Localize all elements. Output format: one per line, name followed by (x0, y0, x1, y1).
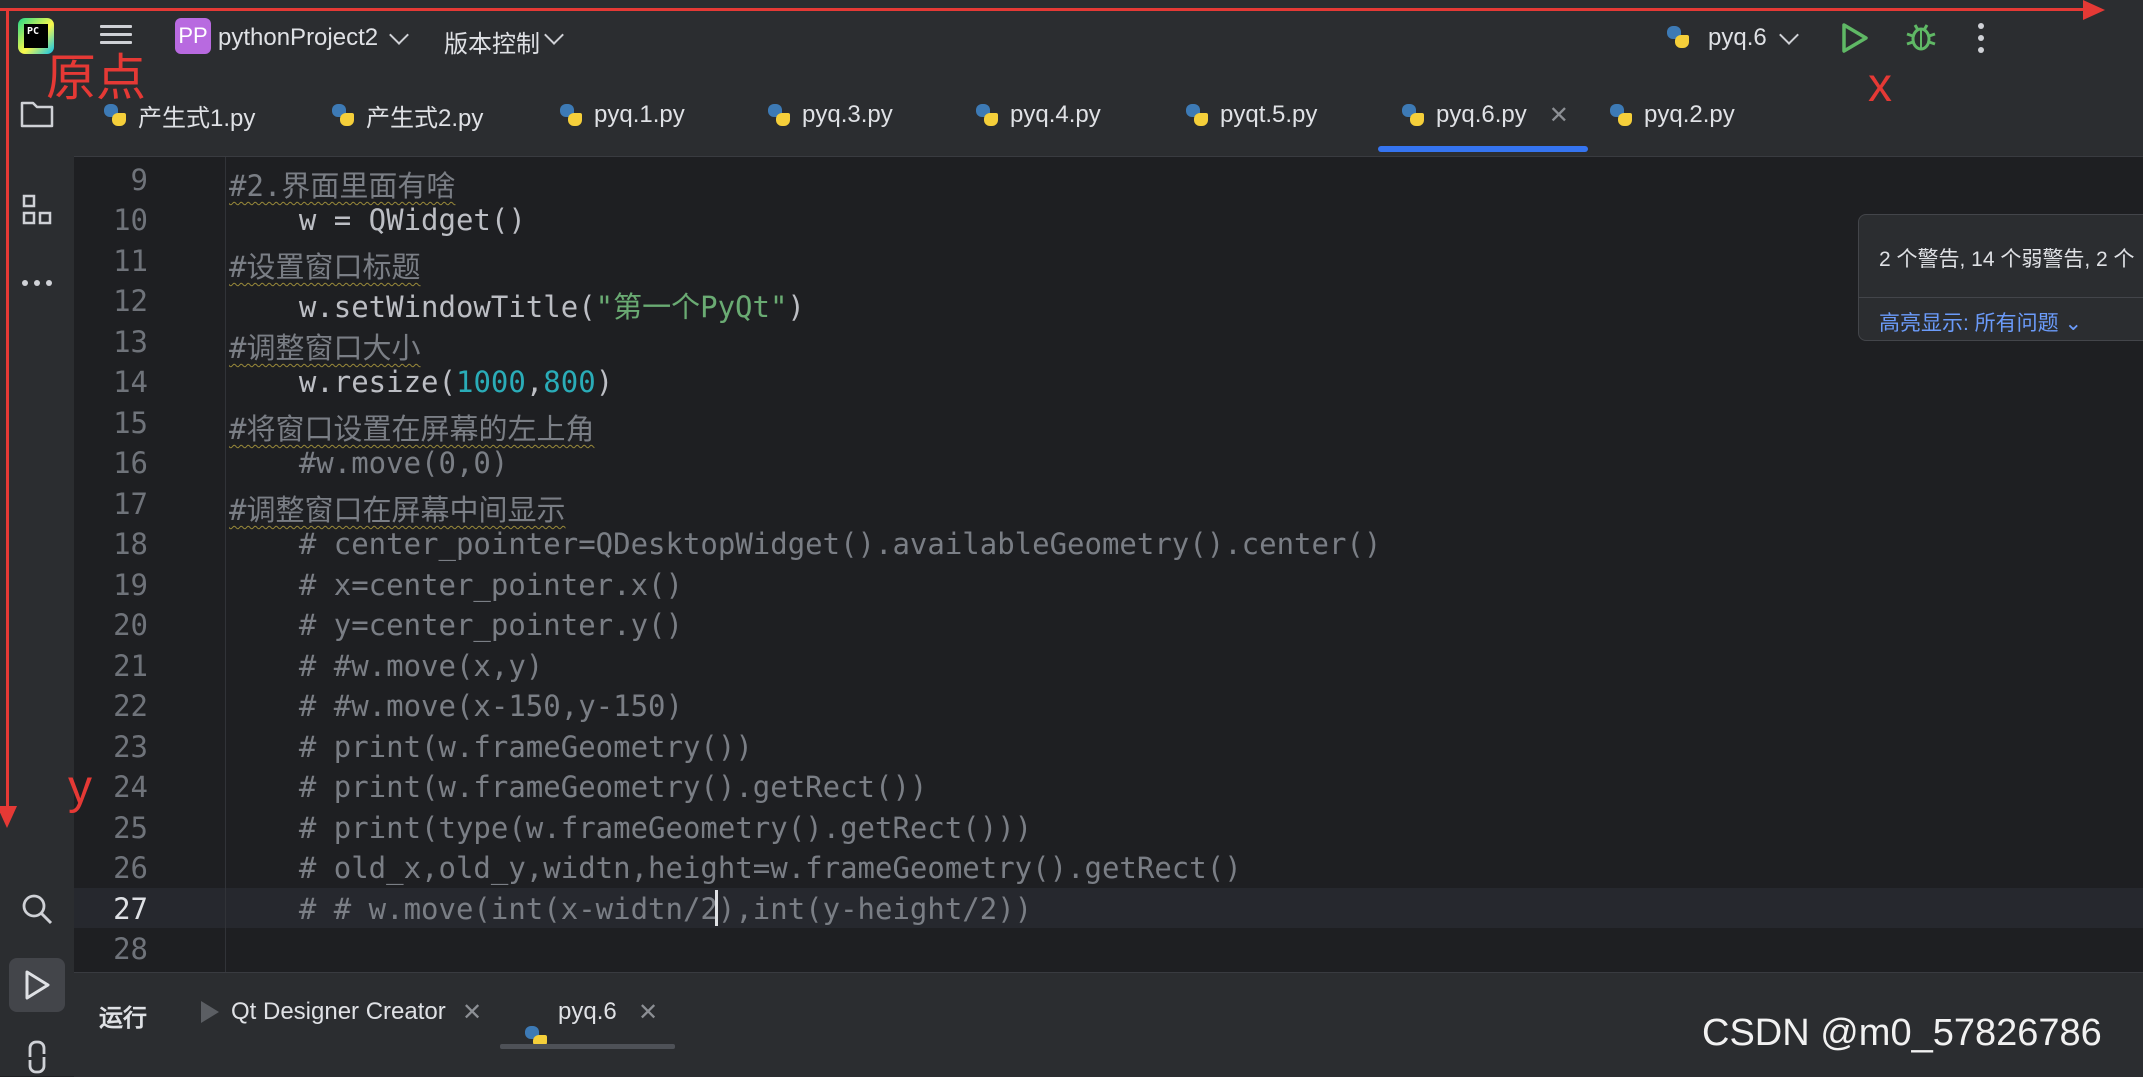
bottom-tab-qt-designer[interactable]: Qt Designer Creator (231, 998, 446, 1026)
close-icon[interactable]: ✕ (638, 998, 658, 1026)
gutter-divider (225, 157, 226, 972)
x-axis-annotation: x (1868, 59, 1892, 112)
code-line: # x=center_pointer.x() (229, 568, 683, 602)
line-number: 11 (113, 244, 148, 278)
tab-3[interactable]: pyq.1.py (558, 74, 685, 156)
logo-text: PC (24, 24, 48, 48)
more-vertical-icon[interactable] (1976, 22, 1986, 54)
python-file-icon (330, 102, 356, 128)
close-icon[interactable]: ✕ (462, 998, 482, 1026)
run-config-selector[interactable]: pyq.6 (1708, 24, 1767, 52)
line-number: 16 (113, 446, 148, 480)
line-number: 24 (113, 770, 148, 804)
code-line: # print(w.frameGeometry().getRect()) (229, 770, 928, 804)
inspection-widget[interactable]: 2 个警告, 14 个弱警告, 2 个 高亮显示: 所有问题 ⌄ (1858, 214, 2143, 341)
active-tab-indicator (1378, 146, 1588, 152)
tab-label: 产生式1.py (138, 104, 256, 132)
project-name[interactable]: pythonProject2 (218, 24, 378, 52)
line-number: 22 (113, 689, 148, 723)
python-file-icon (974, 102, 1000, 128)
tab-label: 产生式2.py (366, 104, 484, 132)
bottom-tab-indicator (500, 1044, 675, 1049)
tab-label: pyq.3.py (802, 101, 893, 128)
line-number: 28 (113, 932, 148, 966)
line-number: 10 (113, 203, 148, 237)
tab-6[interactable]: pyqt.5.py (1184, 74, 1317, 156)
code-line: #调整窗口大小 (229, 331, 421, 365)
tab-label: pyq.2.py (1644, 101, 1735, 128)
code-line: # print(type(w.frameGeometry().getRect()… (229, 811, 1033, 845)
editor-tab-bar: 产生式1.py 产生式2.py pyq.1.py pyq.3.py pyq.4.… (74, 74, 2143, 157)
tab-label: pyq.4.py (1010, 101, 1101, 128)
code-line: # y=center_pointer.y() (229, 608, 683, 642)
code-line: #调整窗口在屏幕中间显示 (229, 493, 566, 527)
y-axis-arrow-line (6, 8, 9, 808)
search-icon[interactable] (20, 892, 54, 926)
python-file-icon (1184, 102, 1210, 128)
line-number: 19 (113, 568, 148, 602)
python-file-icon (558, 102, 584, 128)
tab-8[interactable]: pyq.2.py (1608, 74, 1735, 156)
tab-label: pyqt.5.py (1220, 101, 1318, 128)
code-line: #将窗口设置在屏幕的左上角 (229, 412, 595, 446)
y-axis-arrowhead (0, 806, 17, 828)
line-number-current: 27 (113, 892, 148, 926)
code-line: w = QWidget() (229, 203, 526, 237)
tab-label: pyq.6.py (1436, 101, 1527, 128)
bottom-tab-pyq6[interactable]: pyq.6 (558, 998, 617, 1026)
tab-4[interactable]: pyq.3.py (766, 74, 893, 156)
code-line: # print(w.frameGeometry()) (229, 730, 753, 764)
more-horizontal-icon[interactable] (20, 278, 54, 288)
code-line: #2.界面里面有啥 (229, 169, 456, 203)
python-console-icon[interactable] (20, 1040, 54, 1074)
line-number: 26 (113, 851, 148, 885)
project-badge[interactable]: PP (175, 18, 211, 54)
code-line-current: # # w.move(int(x-widtn/2),int(y-height/2… (229, 892, 1033, 926)
line-number: 15 (113, 406, 148, 440)
tab-7-active[interactable]: pyq.6.py ✕ (1400, 74, 1569, 156)
run-panel-title: 运行 (99, 1005, 147, 1032)
python-file-icon (766, 102, 792, 128)
watermark: CSDN @m0_57826786 (1702, 1012, 2102, 1054)
code-line: w.setWindowTitle("第一个PyQt") (229, 290, 805, 324)
code-line: # #w.move(x,y) (229, 649, 544, 683)
code-line: #设置窗口标题 (229, 250, 421, 284)
line-number: 21 (113, 649, 148, 683)
inspection-summary: 2 个警告, 14 个弱警告, 2 个 (1879, 248, 2135, 271)
code-line: w.resize(1000,800) (229, 365, 614, 399)
tab-2[interactable]: 产生式2.py (330, 74, 483, 156)
code-line: # center_pointer=QDesktopWidget().availa… (229, 527, 1382, 561)
x-axis-arrow-line (0, 8, 2085, 11)
line-number: 12 (113, 284, 148, 318)
line-number: 18 (113, 527, 148, 561)
code-line: # old_x,old_y,widtn,height=w.frameGeomet… (229, 851, 1242, 885)
tab-5[interactable]: pyq.4.py (974, 74, 1101, 156)
code-line: # #w.move(x-150,y-150) (229, 689, 683, 723)
line-number: 23 (113, 730, 148, 764)
y-axis-annotation: y (68, 761, 92, 814)
line-number: 13 (113, 325, 148, 359)
highlight-level-dropdown[interactable]: 高亮显示: 所有问题 ⌄ (1879, 307, 2082, 337)
python-icon (1665, 24, 1691, 50)
origin-annotation: 原点 (46, 49, 146, 107)
structure-icon[interactable] (22, 194, 52, 226)
code-line: #w.move(0,0) (229, 446, 509, 480)
tab-label: pyq.1.py (594, 101, 685, 128)
python-file-icon (1400, 102, 1426, 128)
text-caret (715, 890, 718, 926)
close-icon[interactable]: ✕ (1549, 101, 1569, 130)
debug-bug-icon[interactable] (1904, 20, 1938, 54)
x-axis-arrowhead (2083, 0, 2105, 20)
vcs-menu[interactable]: 版本控制 (444, 24, 540, 59)
line-number: 9 (130, 163, 148, 197)
run-icon[interactable] (1840, 22, 1870, 54)
line-number: 17 (113, 487, 148, 521)
python-file-icon (1608, 102, 1634, 128)
line-number: 20 (113, 608, 148, 642)
line-number: 14 (113, 365, 148, 399)
line-number: 25 (113, 811, 148, 845)
run-tab-icon (201, 1001, 219, 1023)
run-tool-icon (25, 970, 50, 1000)
